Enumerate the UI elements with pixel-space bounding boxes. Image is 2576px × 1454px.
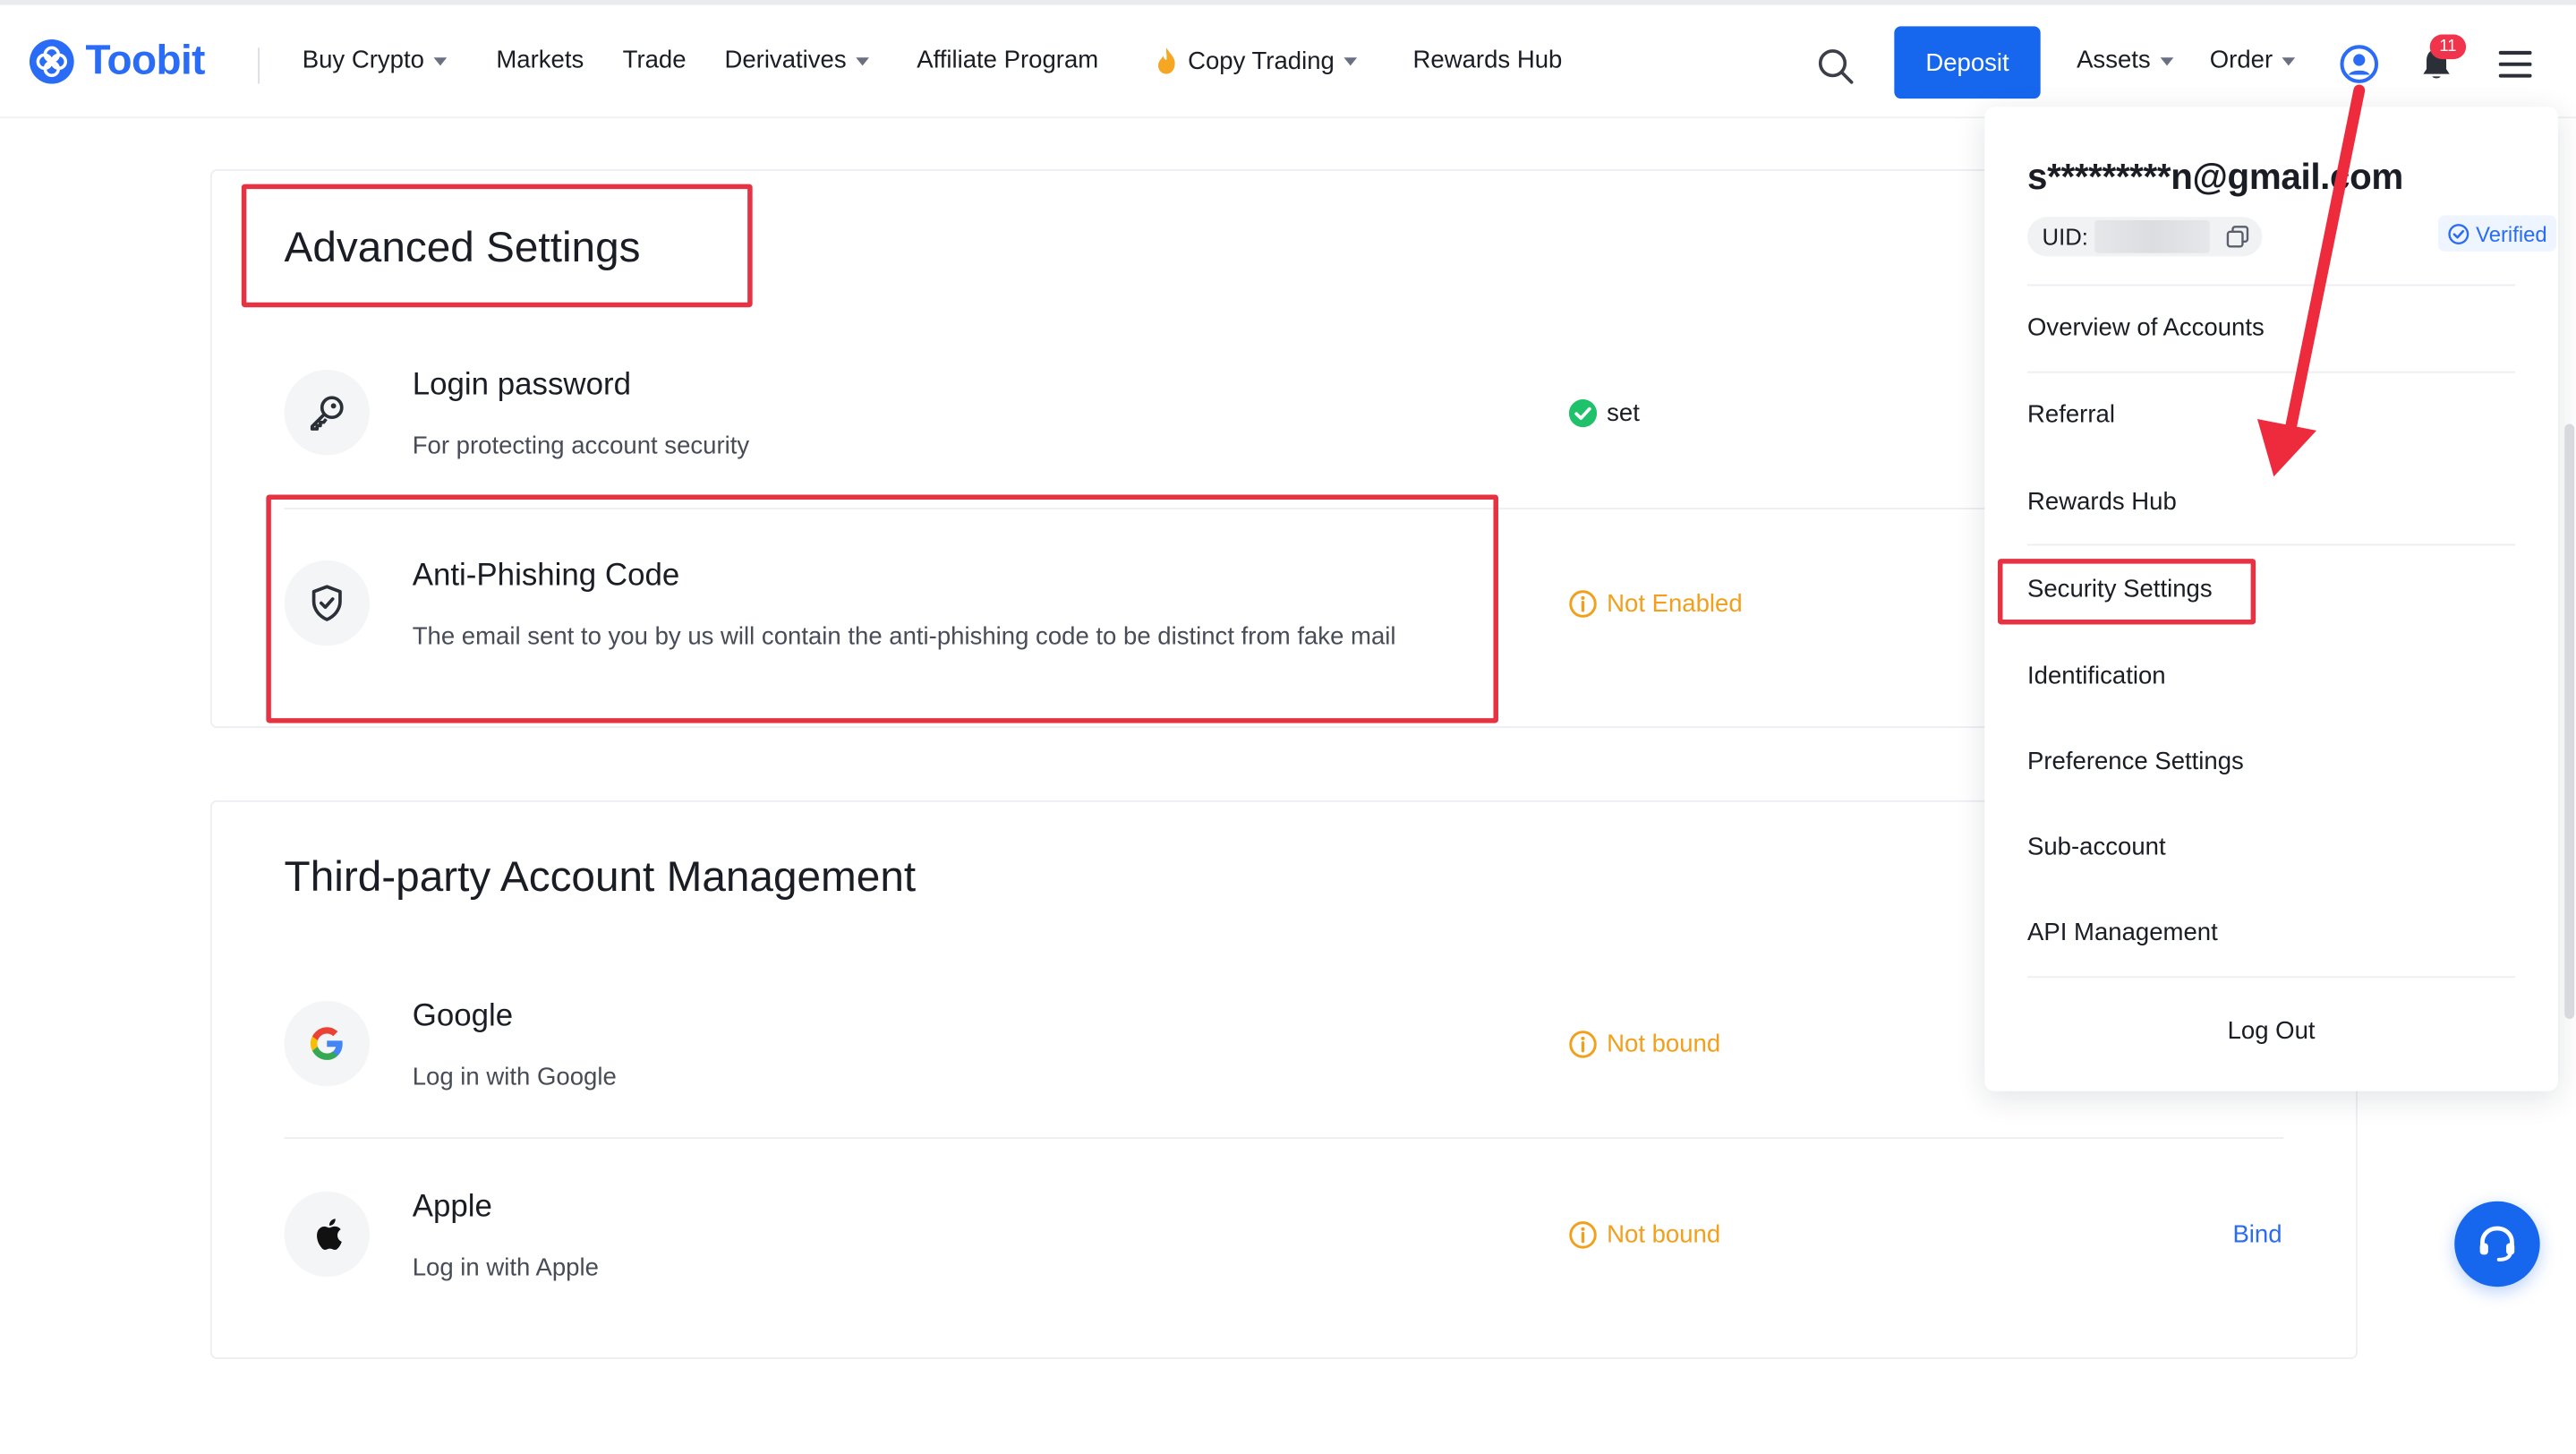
verified-badge: Verified bbox=[2437, 215, 2557, 252]
user-avatar-icon[interactable] bbox=[2340, 45, 2379, 84]
nav-copy-trading-label: Copy Trading bbox=[1188, 47, 1335, 75]
apple-status-label: Not bound bbox=[1607, 1220, 1721, 1249]
nav-affiliate-label: Affiliate Program bbox=[917, 46, 1099, 74]
order-label: Order bbox=[2209, 46, 2273, 74]
menu-item-sub-account[interactable]: Sub-account bbox=[2027, 834, 2166, 861]
check-circle-icon bbox=[1568, 399, 1598, 428]
nav-rewards-hub-label: Rewards Hub bbox=[1412, 46, 1563, 74]
assets-menu[interactable]: Assets bbox=[2077, 46, 2174, 74]
menu-item-rewards-hub[interactable]: Rewards Hub bbox=[2027, 488, 2177, 516]
google-desc: Log in with Google bbox=[412, 1063, 617, 1091]
apple-icon-wrap bbox=[284, 1191, 370, 1278]
deposit-button[interactable]: Deposit bbox=[1894, 26, 2041, 99]
menu-divider bbox=[2027, 284, 2516, 287]
chevron-down-icon bbox=[1343, 57, 1358, 66]
nav-copy-trading[interactable]: Copy Trading bbox=[1155, 46, 1358, 75]
menu-divider bbox=[2027, 543, 2516, 546]
account-email: s*********n@gmail.com bbox=[2027, 156, 2403, 198]
key-icon bbox=[310, 396, 344, 431]
anti-phishing-status-label: Not Enabled bbox=[1607, 589, 1743, 619]
login-password-desc: For protecting account security bbox=[412, 432, 750, 460]
logo[interactable]: Toobit bbox=[28, 38, 205, 85]
uid-label: UID: bbox=[2042, 223, 2088, 250]
third-party-title: Third-party Account Management bbox=[284, 851, 917, 901]
customer-support-button[interactable] bbox=[2454, 1201, 2540, 1287]
flame-icon bbox=[1158, 47, 1175, 74]
chevron-down-icon bbox=[2282, 56, 2296, 65]
menu-item-preference-settings[interactable]: Preference Settings bbox=[2027, 748, 2244, 775]
info-circle-icon bbox=[1569, 590, 1597, 618]
hamburger-menu-icon[interactable] bbox=[2497, 47, 2533, 81]
logout-button[interactable]: Log Out bbox=[1984, 1017, 2558, 1045]
copy-icon[interactable] bbox=[2226, 225, 2249, 248]
nav-affiliate-program[interactable]: Affiliate Program bbox=[917, 46, 1098, 73]
menu-divider bbox=[2027, 976, 2516, 979]
info-circle-icon bbox=[1569, 1221, 1597, 1249]
page: Toobit Buy Crypto Markets Trade Derivati… bbox=[0, 0, 2576, 1454]
google-icon bbox=[310, 1027, 343, 1060]
apple-bind-link[interactable]: Bind bbox=[2232, 1221, 2282, 1249]
uid-value-masked bbox=[2094, 219, 2210, 253]
chevron-down-icon bbox=[856, 56, 870, 65]
chevron-down-icon bbox=[433, 56, 448, 65]
nav-derivatives[interactable]: Derivatives bbox=[724, 46, 870, 74]
menu-item-identification[interactable]: Identification bbox=[2027, 663, 2166, 690]
search-icon[interactable] bbox=[1815, 46, 1855, 85]
google-status: Not bound bbox=[1569, 1031, 1720, 1058]
apple-desc: Log in with Apple bbox=[412, 1253, 599, 1282]
apple-icon bbox=[317, 1219, 342, 1250]
menu-item-referral[interactable]: Referral bbox=[2027, 401, 2115, 429]
annotation-box-advanced-settings bbox=[241, 184, 753, 308]
page-scrollbar[interactable] bbox=[2564, 423, 2575, 1020]
nav-markets-label: Markets bbox=[496, 46, 584, 74]
login-password-status-label: set bbox=[1607, 399, 1640, 428]
apple-title: Apple bbox=[412, 1189, 492, 1225]
logo-text: Toobit bbox=[85, 38, 205, 84]
nav-trade-label: Trade bbox=[622, 46, 687, 74]
google-icon-wrap bbox=[284, 1000, 370, 1087]
verified-label: Verified bbox=[2476, 220, 2547, 246]
anti-phishing-status: Not Enabled bbox=[1569, 590, 1743, 618]
logo-divider bbox=[258, 47, 260, 84]
verified-check-icon bbox=[2448, 223, 2469, 244]
nav-buy-crypto-label: Buy Crypto bbox=[302, 46, 424, 74]
toobit-logo-icon bbox=[29, 38, 74, 84]
info-circle-icon bbox=[1569, 1031, 1597, 1058]
annotation-box-anti-phishing bbox=[266, 494, 1498, 723]
top-navbar: Toobit Buy Crypto Markets Trade Derivati… bbox=[0, 4, 2576, 119]
menu-divider bbox=[2027, 371, 2516, 373]
google-status-label: Not bound bbox=[1607, 1030, 1721, 1059]
login-password-icon-wrap bbox=[284, 369, 370, 456]
login-password-status: set bbox=[1568, 399, 1640, 428]
uid-pill: UID: bbox=[2027, 217, 2263, 257]
annotation-box-security-settings bbox=[1997, 559, 2256, 625]
order-menu[interactable]: Order bbox=[2209, 46, 2296, 74]
nav-derivatives-label: Derivatives bbox=[724, 46, 847, 74]
login-password-title: Login password bbox=[412, 368, 632, 403]
nav-trade[interactable]: Trade bbox=[623, 46, 687, 73]
headset-icon bbox=[2479, 1226, 2515, 1262]
nav-rewards-hub[interactable]: Rewards Hub bbox=[1413, 46, 1563, 73]
menu-item-api-management[interactable]: API Management bbox=[2027, 919, 2218, 946]
row-divider bbox=[284, 1137, 2284, 1140]
chevron-down-icon bbox=[2160, 56, 2174, 65]
assets-label: Assets bbox=[2077, 46, 2151, 74]
nav-markets[interactable]: Markets bbox=[496, 46, 584, 73]
nav-buy-crypto[interactable]: Buy Crypto bbox=[302, 46, 448, 74]
apple-status: Not bound bbox=[1569, 1221, 1720, 1249]
google-title: Google bbox=[412, 998, 514, 1034]
menu-item-overview-of-accounts[interactable]: Overview of Accounts bbox=[2027, 314, 2265, 342]
notification-badge: 11 bbox=[2429, 34, 2467, 60]
